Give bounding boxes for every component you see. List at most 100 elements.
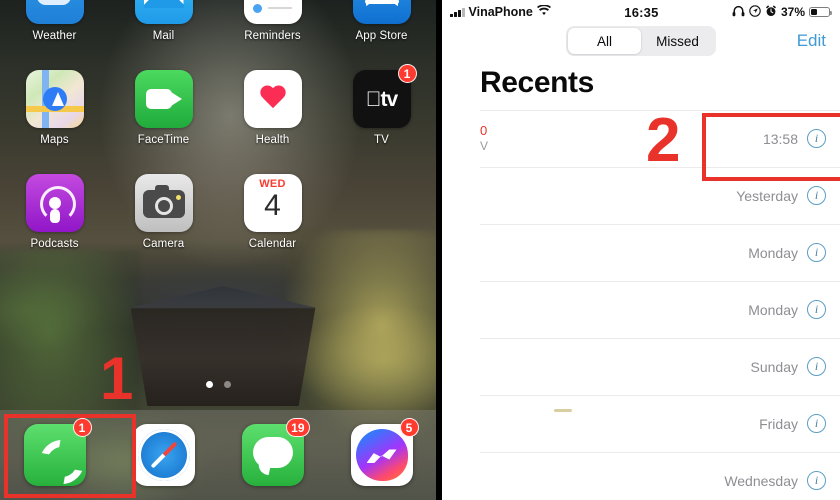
health-icon <box>243 70 302 128</box>
call-meta: 13:58 i <box>763 129 826 148</box>
call-identity <box>480 366 751 368</box>
app-health[interactable]: Health <box>218 70 327 174</box>
reminders-icon-wrap <box>243 0 302 24</box>
tv-icon-wrap: tv 1 <box>352 64 417 128</box>
info-icon[interactable]: i <box>807 300 826 319</box>
heart-icon <box>259 86 287 111</box>
app-label: Maps <box>40 134 69 146</box>
info-icon[interactable]: i <box>807 243 826 262</box>
app-podcasts[interactable]: Podcasts <box>0 174 109 278</box>
recent-calls-list: 0 V 13:58 i Yesterday i Monday i Monday … <box>442 110 840 500</box>
app-empty-slot <box>327 174 436 278</box>
badge-tv: 1 <box>397 64 417 83</box>
dock-item-messenger[interactable]: 5 <box>327 418 436 486</box>
camera-lens <box>154 197 173 215</box>
podcasts-icon <box>25 174 84 232</box>
page-indicator-dots[interactable] <box>0 381 436 388</box>
camera-icon <box>134 174 193 232</box>
dock-item-phone[interactable]: 1 <box>0 418 109 486</box>
maps-icon <box>25 70 84 128</box>
call-identity <box>480 252 748 254</box>
badge-phone: 1 <box>72 418 92 437</box>
dock-item-messages[interactable]: 19 <box>218 418 327 486</box>
app-facetime[interactable]: FaceTime <box>109 70 218 174</box>
app-mail[interactable]: Mail <box>109 0 218 70</box>
dock-item-safari[interactable] <box>109 424 218 486</box>
calendar-icon-wrap: WED 4 <box>243 174 302 232</box>
info-icon[interactable]: i <box>807 357 826 376</box>
phone-recents-screen: VinaPhone 16:35 37% All Missed Edit Rece… <box>442 0 840 500</box>
call-time: Sunday <box>750 358 798 375</box>
table-row[interactable]: Wednesday i <box>442 452 840 500</box>
table-row[interactable]: Sunday i <box>442 338 840 395</box>
table-row[interactable]: Friday i <box>442 395 840 452</box>
mail-icon <box>134 0 193 24</box>
messenger-icon-wrap: 5 <box>350 418 419 486</box>
app-label: App Store <box>355 30 408 42</box>
call-identity <box>480 309 748 311</box>
call-identity <box>480 195 736 197</box>
headphones-icon <box>732 5 745 20</box>
podcast-glyph <box>39 185 76 223</box>
app-weather[interactable]: Weather <box>0 0 109 70</box>
wifi-icon <box>536 4 551 19</box>
maps-road-vertical <box>41 70 49 128</box>
app-row: Weather Mail Reminders App Store <box>0 0 436 70</box>
safari-compass <box>137 429 190 481</box>
info-icon[interactable]: i <box>807 186 826 205</box>
call-time: Monday <box>748 301 798 318</box>
table-row[interactable]: 0 V 13:58 i <box>442 110 840 167</box>
info-icon[interactable]: i <box>807 471 826 490</box>
app-reminders[interactable]: Reminders <box>218 0 327 70</box>
maps-icon-wrap <box>25 70 84 128</box>
app-store-icon-wrap <box>352 0 411 24</box>
page-dot-1[interactable] <box>205 381 213 388</box>
app-label: Mail <box>152 30 175 42</box>
app-calendar[interactable]: WED 4 Calendar <box>218 174 327 278</box>
app-row: Podcasts Camera WED 4 Calendar <box>0 174 436 278</box>
tab-all[interactable]: All <box>568 28 641 54</box>
app-tv[interactable]: tv 1 TV <box>327 64 436 174</box>
call-identity <box>480 423 759 425</box>
table-row[interactable]: Monday i <box>442 281 840 338</box>
page-title: Recents <box>480 66 594 99</box>
app-label: Podcasts <box>30 238 79 250</box>
maps-road-horizontal <box>25 106 84 112</box>
app-label: FaceTime <box>137 134 190 146</box>
call-time: 13:58 <box>762 130 798 147</box>
phone-icon-wrap: 1 <box>23 418 92 486</box>
info-icon[interactable]: i <box>807 414 826 433</box>
ios-home-screen: Weather Mail Reminders App Store Maps Fa… <box>0 0 436 500</box>
tab-missed[interactable]: Missed <box>641 28 714 54</box>
call-meta: Friday i <box>759 414 826 433</box>
apple-tv-logo-text: tv <box>366 87 398 111</box>
edit-button[interactable]: Edit <box>797 31 826 51</box>
caller-subtitle: V <box>480 139 489 154</box>
app-label: Calendar <box>248 238 297 250</box>
signal-bars-icon <box>450 7 465 17</box>
redaction-smudge <box>554 409 572 412</box>
screenshot-root: Weather Mail Reminders App Store Maps Fa… <box>0 0 840 500</box>
app-camera[interactable]: Camera <box>109 174 218 278</box>
app-app-store[interactable]: App Store <box>327 0 436 70</box>
call-identity: 0 V <box>480 123 763 154</box>
info-icon[interactable]: i <box>807 129 826 148</box>
battery-percent-label: 37% <box>780 5 805 19</box>
table-row[interactable]: Monday i <box>442 224 840 281</box>
call-time: Monday <box>748 244 798 261</box>
call-meta: Yesterday i <box>736 186 826 205</box>
calendar-day-number: 4 <box>264 189 281 222</box>
call-identity <box>480 480 724 482</box>
safari-icon-wrap <box>132 424 195 486</box>
mail-icon-wrap <box>134 0 193 24</box>
app-maps[interactable]: Maps <box>0 70 109 174</box>
segmented-control-call-filter[interactable]: All Missed <box>566 26 716 56</box>
app-label: TV <box>374 134 389 146</box>
facetime-icon-wrap <box>134 70 193 128</box>
table-row[interactable]: Yesterday i <box>442 167 840 224</box>
call-time: Wednesday <box>724 472 798 489</box>
page-dot-2[interactable] <box>223 381 231 388</box>
call-time: Yesterday <box>736 187 798 204</box>
alarm-icon <box>765 4 777 20</box>
wallpaper-hut <box>130 286 316 406</box>
